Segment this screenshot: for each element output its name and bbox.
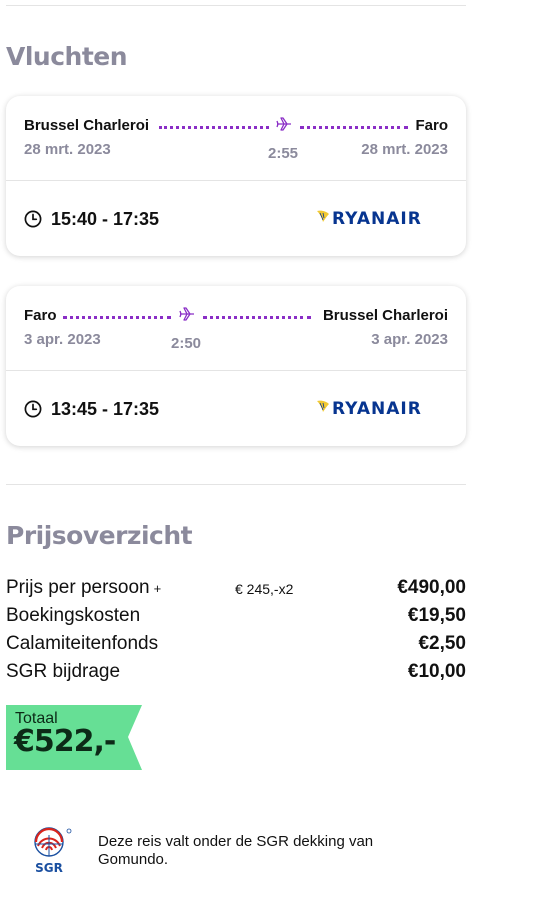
departure-date: 3 apr. 2023 (24, 331, 101, 348)
airline-name: RYANAIR (332, 399, 422, 419)
sgr-logo-text: SGR (35, 861, 63, 874)
price-plus-toggle[interactable]: + (154, 581, 162, 596)
price-label: Calamiteitenfonds (6, 633, 159, 654)
price-row-sgr-contribution: SGR bijdrage €10,00 (6, 661, 466, 683)
sgr-logo: SGR (34, 827, 72, 874)
flight-card-return[interactable]: Faro Brussel Charleroi 3 apr. 2023 2:50 … (6, 286, 466, 446)
price-label: Boekingskosten (6, 605, 141, 626)
price-value: €10,00 (407, 661, 466, 682)
route-line-left (63, 316, 171, 319)
departure-date: 28 mrt. 2023 (24, 141, 111, 158)
flight-times: 15:40 - 17:35 (51, 209, 160, 229)
top-divider (6, 5, 466, 6)
sgr-coverage-text: Deze reis valt onder de SGR dekking van … (98, 833, 374, 868)
price-row-per-person: Prijs per persoon + € 245,-x2 €490,00 (6, 577, 466, 599)
flight-times: 13:45 - 17:35 (51, 399, 160, 419)
section-divider (6, 484, 466, 485)
airline-logo: RYANAIR (316, 209, 448, 229)
price-detail: € 245,-x2 (235, 581, 294, 597)
price-section-title: Prijsoverzicht (6, 521, 193, 550)
arrival-city: Brussel Charleroi (322, 307, 448, 324)
route-row: Faro Brussel Charleroi (24, 307, 448, 325)
ryanair-harp-icon (317, 210, 329, 222)
route-line-left (159, 126, 269, 129)
price-value: €490,00 (397, 577, 466, 598)
route-line-right (300, 126, 408, 129)
price-label: Prijs per persoon + (6, 577, 162, 598)
price-row-calamity-fund: Calamiteitenfonds €2,50 (6, 633, 466, 655)
flight-card-outbound[interactable]: Brussel Charleroi Faro 28 mrt. 2023 2:55… (6, 96, 466, 256)
arrival-date: 3 apr. 2023 (371, 331, 448, 348)
flight-duration: 2:50 (171, 335, 202, 352)
flight-duration: 2:55 (268, 145, 299, 162)
airline-name: RYANAIR (332, 209, 422, 229)
card-divider (6, 370, 466, 371)
ryanair-harp-icon (317, 400, 329, 412)
route-row: Brussel Charleroi Faro (24, 117, 448, 135)
airplane-icon (276, 117, 291, 131)
price-value: €2,50 (418, 633, 466, 654)
airplane-icon (179, 307, 194, 321)
card-divider (6, 180, 466, 181)
price-label: SGR bijdrage (6, 661, 121, 682)
total-badge: Totaal €522,- (6, 705, 142, 770)
clock-icon (24, 210, 42, 228)
clock-icon (24, 400, 42, 418)
total-price: €522,- (14, 724, 116, 759)
airline-logo: RYANAIR (316, 399, 448, 419)
departure-city: Brussel Charleroi (24, 117, 150, 134)
route-line-right (203, 316, 311, 319)
price-row-booking-fee: Boekingskosten €19,50 (6, 605, 466, 627)
arrival-city: Faro (415, 117, 448, 134)
flights-section-title: Vluchten (6, 42, 128, 71)
arrival-date: 28 mrt. 2023 (361, 141, 448, 158)
departure-city: Faro (24, 307, 57, 324)
price-value: €19,50 (407, 605, 466, 626)
